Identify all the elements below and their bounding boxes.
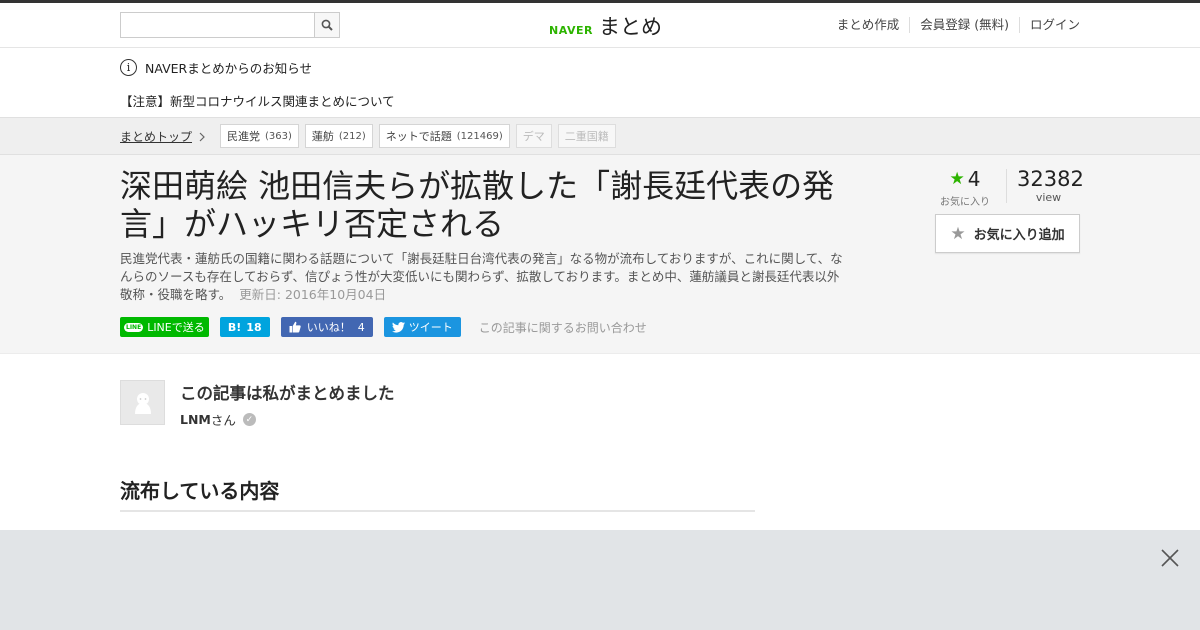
hatena-icon: B! [227, 320, 242, 334]
notice-link[interactable]: 【注意】新型コロナウイルス関連まとめについて [120, 91, 395, 110]
register-link[interactable]: 会員登録 (無料) [909, 17, 1019, 33]
login-link[interactable]: ログイン [1018, 17, 1080, 33]
notice-title: NAVERまとめからのお知らせ [145, 61, 312, 76]
line-icon: LINE [124, 322, 144, 332]
bottom-overlay-banner [0, 530, 1200, 630]
favorite-count-value: 4 [967, 167, 981, 191]
search-box [120, 12, 340, 38]
view-count: 32382 view [1017, 167, 1084, 204]
chevron-right-icon [199, 132, 205, 141]
tag-item[interactable]: 蓮舫 (212) [304, 124, 373, 148]
breadcrumb: まとめトップ 民進党 (363) 蓮舫 (212) ネットで話題 (121469) デ… [0, 118, 1200, 155]
tag-label: 民進党 [227, 130, 260, 143]
close-icon[interactable] [1160, 548, 1180, 568]
line-share-label: LINEで送る [147, 321, 205, 334]
share-bar: LINE LINEで送る B! 18 いいね！ 4 ツイート この記事に関するお… [120, 317, 647, 337]
search-input[interactable] [121, 13, 314, 37]
tag-item[interactable]: デマ [515, 124, 552, 148]
view-count-label: view [1035, 191, 1062, 204]
star-outline-icon: ★ [950, 223, 966, 244]
tag-count: (363) [265, 130, 292, 142]
create-matome-link[interactable]: まとめ作成 [827, 17, 910, 33]
author-name-value: LNM [180, 412, 211, 427]
facebook-like-label: いいね！ [306, 321, 351, 334]
tag-count: (121469) [456, 130, 503, 142]
updated-date: 更新日: 2016年10月04日 [239, 287, 387, 302]
facebook-like-count: 4 [357, 320, 365, 334]
hatena-bookmark-button[interactable]: B! 18 [219, 317, 270, 337]
description-text: 民進党代表・蓮舫氏の国籍に関わる話題について「謝長廷駐日台湾代表の発言」なる物が… [120, 251, 843, 302]
logo-naver: NAVER [549, 24, 593, 37]
header-nav: まとめ作成 会員登録 (無料) ログイン [827, 17, 1080, 33]
view-count-value: 32382 [1017, 167, 1084, 191]
breadcrumb-top-link[interactable]: まとめトップ [120, 128, 206, 145]
tag-label: ネットで話題 [385, 130, 452, 143]
hatena-count: 18 [246, 320, 262, 334]
contact-link[interactable]: この記事に関するお問い合わせ [479, 319, 647, 336]
logo[interactable]: NAVER まとめ [549, 11, 662, 41]
tag-item[interactable]: 民進党 (363) [220, 124, 299, 148]
favorite-count: ★ 4 お気に入り [935, 167, 995, 208]
add-favorite-label: お気に入り追加 [973, 228, 1065, 243]
notice-area: i NAVERまとめからのお知らせ 【注意】新型コロナウイルス関連まとめについて [0, 48, 1200, 118]
twitter-bird-icon [391, 321, 405, 333]
tweet-label: ツイート [408, 321, 453, 334]
tag-item[interactable]: ネットで話題 (121469) [378, 124, 510, 148]
header: NAVER まとめ まとめ作成 会員登録 (無料) ログイン [0, 3, 1200, 48]
facebook-like-button[interactable]: いいね！ 4 [280, 317, 373, 337]
star-icon: ★ [949, 169, 965, 189]
search-button[interactable] [314, 13, 339, 37]
breadcrumb-top-label: まとめトップ [120, 130, 193, 144]
section-heading: 流布している内容 [120, 475, 755, 512]
article-description: 民進党代表・蓮舫氏の国籍に関わる話題について「謝長廷駐日台湾代表の発言」なる物が… [120, 250, 845, 304]
tag-label: デマ [522, 130, 545, 143]
notice-header: i NAVERまとめからのお知らせ [120, 58, 312, 77]
avatar[interactable] [120, 380, 165, 425]
author-heading: この記事は私がまとめました [180, 384, 395, 403]
add-favorite-button[interactable]: ★ お気に入り追加 [935, 214, 1080, 253]
author-name[interactable]: LNM さん ✓ [180, 410, 380, 429]
tag-item[interactable]: 二重国籍 [557, 124, 616, 148]
stats-divider [1006, 169, 1007, 203]
search-icon [321, 19, 333, 31]
tag-count: (212) [338, 130, 366, 142]
thumbs-up-icon [289, 321, 301, 333]
article-header: 深田萌絵 池田信夫らが拡散した「謝長廷代表の発言」がハッキリ否定される 民進党代… [0, 155, 1200, 354]
article-title: 深田萌絵 池田信夫らが拡散した「謝長廷代表の発言」がハッキリ否定される [120, 167, 835, 243]
logo-matome: まとめ [598, 15, 662, 39]
tag-label: 二重国籍 [564, 130, 609, 143]
info-icon: i [120, 59, 137, 76]
default-avatar-icon [134, 392, 151, 414]
tweet-button[interactable]: ツイート [383, 317, 461, 337]
line-share-button[interactable]: LINE LINEで送る [120, 317, 209, 337]
author-name-suffix: さん [210, 413, 236, 428]
verified-check-icon: ✓ [242, 413, 256, 426]
favorite-count-label: お気に入り [940, 197, 990, 208]
tag-list: 民進党 (363) 蓮舫 (212) ネットで話題 (121469) デマ 二重国籍 [220, 124, 622, 148]
tag-label: 蓮舫 [311, 130, 334, 143]
